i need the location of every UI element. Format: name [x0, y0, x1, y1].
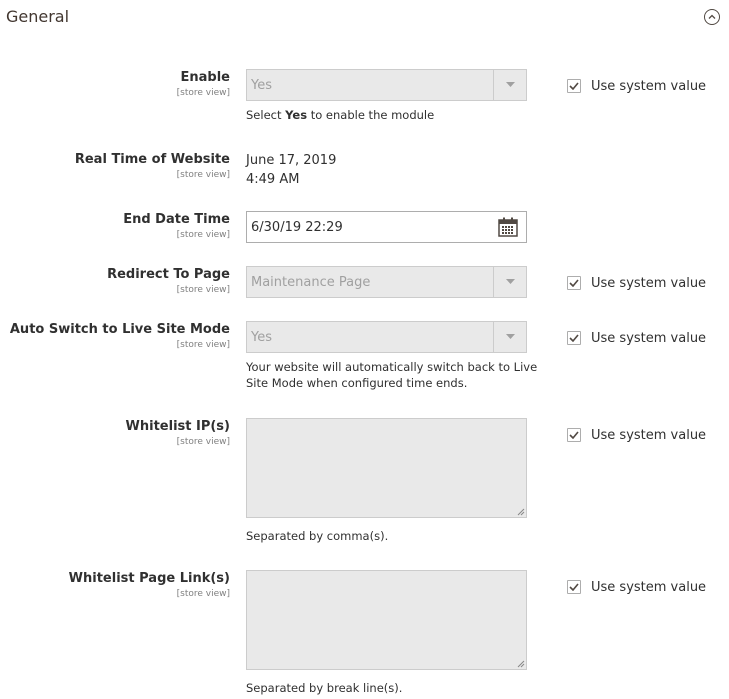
redirect-to-page-label: Redirect To Page [107, 267, 230, 282]
chevron-up-icon [708, 14, 716, 19]
checkbox-checked-icon[interactable] [567, 276, 581, 290]
whitelist-links-scope: [store view] [176, 589, 230, 599]
real-time-time: 4:49 AM [246, 172, 300, 187]
whitelist-links-label: Whitelist Page Link(s) [68, 571, 230, 586]
checkbox-checked-icon[interactable] [567, 580, 581, 594]
whitelist-links-textarea[interactable] [246, 570, 527, 670]
auto-switch-label: Auto Switch to Live Site Mode [9, 322, 230, 337]
dropdown-arrow-icon [493, 70, 526, 100]
redirect-to-page-value: Maintenance Page [251, 275, 371, 290]
redirect-to-page-select[interactable]: Maintenance Page [246, 266, 527, 298]
auto-switch-select[interactable]: Yes [246, 321, 527, 353]
whitelist-links-note: Separated by break line(s). [246, 681, 403, 695]
resize-grip-icon[interactable] [517, 660, 525, 668]
section-title: General [6, 7, 70, 26]
checkbox-checked-icon[interactable] [567, 79, 581, 93]
auto-switch-note-line2: Site Mode when configured time ends. [246, 376, 468, 390]
use-system-value-label: Use system value [591, 427, 707, 443]
enable-use-system-value[interactable]: Use system value [567, 78, 706, 94]
real-time-date: June 17, 2019 [246, 153, 337, 168]
whitelist-ips-label: Whitelist IP(s) [125, 419, 230, 434]
redirect-to-page-scope: [store view] [176, 285, 230, 295]
end-date-time-scope: [store view] [176, 230, 230, 240]
real-time-scope: [store view] [176, 170, 230, 180]
whitelist-ips-scope: [store view] [176, 437, 230, 447]
calendar-icon[interactable] [498, 217, 518, 241]
real-time-label: Real Time of Website [74, 152, 230, 167]
use-system-value-label: Use system value [591, 330, 707, 346]
end-date-time-label: End Date Time [123, 212, 230, 227]
use-system-value-label: Use system value [591, 579, 707, 595]
enable-scope: [store view] [176, 88, 230, 98]
whitelist-ips-use-system-value[interactable]: Use system value [567, 427, 706, 443]
use-system-value-label: Use system value [591, 78, 707, 94]
auto-switch-use-system-value[interactable]: Use system value [567, 330, 706, 346]
end-date-time-value: 6/30/19 22:29 [251, 220, 343, 235]
dropdown-arrow-icon [493, 322, 526, 352]
whitelist-links-use-system-value[interactable]: Use system value [567, 579, 706, 595]
whitelist-ips-textarea[interactable] [246, 418, 527, 518]
redirect-use-system-value[interactable]: Use system value [567, 275, 706, 291]
auto-switch-note-line1: Your website will automatically switch b… [246, 360, 538, 374]
enable-select[interactable]: Yes [246, 69, 527, 101]
auto-switch-scope: [store view] [176, 340, 230, 350]
checkbox-checked-icon[interactable] [567, 331, 581, 345]
enable-label: Enable [180, 70, 231, 85]
end-date-time-input[interactable]: 6/30/19 22:29 [246, 211, 527, 243]
enable-note: Select Yes to enable the module [246, 108, 435, 122]
whitelist-ips-note: Separated by comma(s). [246, 529, 389, 543]
dropdown-arrow-icon [493, 267, 526, 297]
auto-switch-value: Yes [251, 330, 272, 345]
checkbox-checked-icon[interactable] [567, 428, 581, 442]
use-system-value-label: Use system value [591, 275, 707, 291]
collapse-section-button[interactable] [704, 9, 720, 25]
enable-select-value: Yes [251, 78, 272, 93]
resize-grip-icon[interactable] [517, 508, 525, 516]
